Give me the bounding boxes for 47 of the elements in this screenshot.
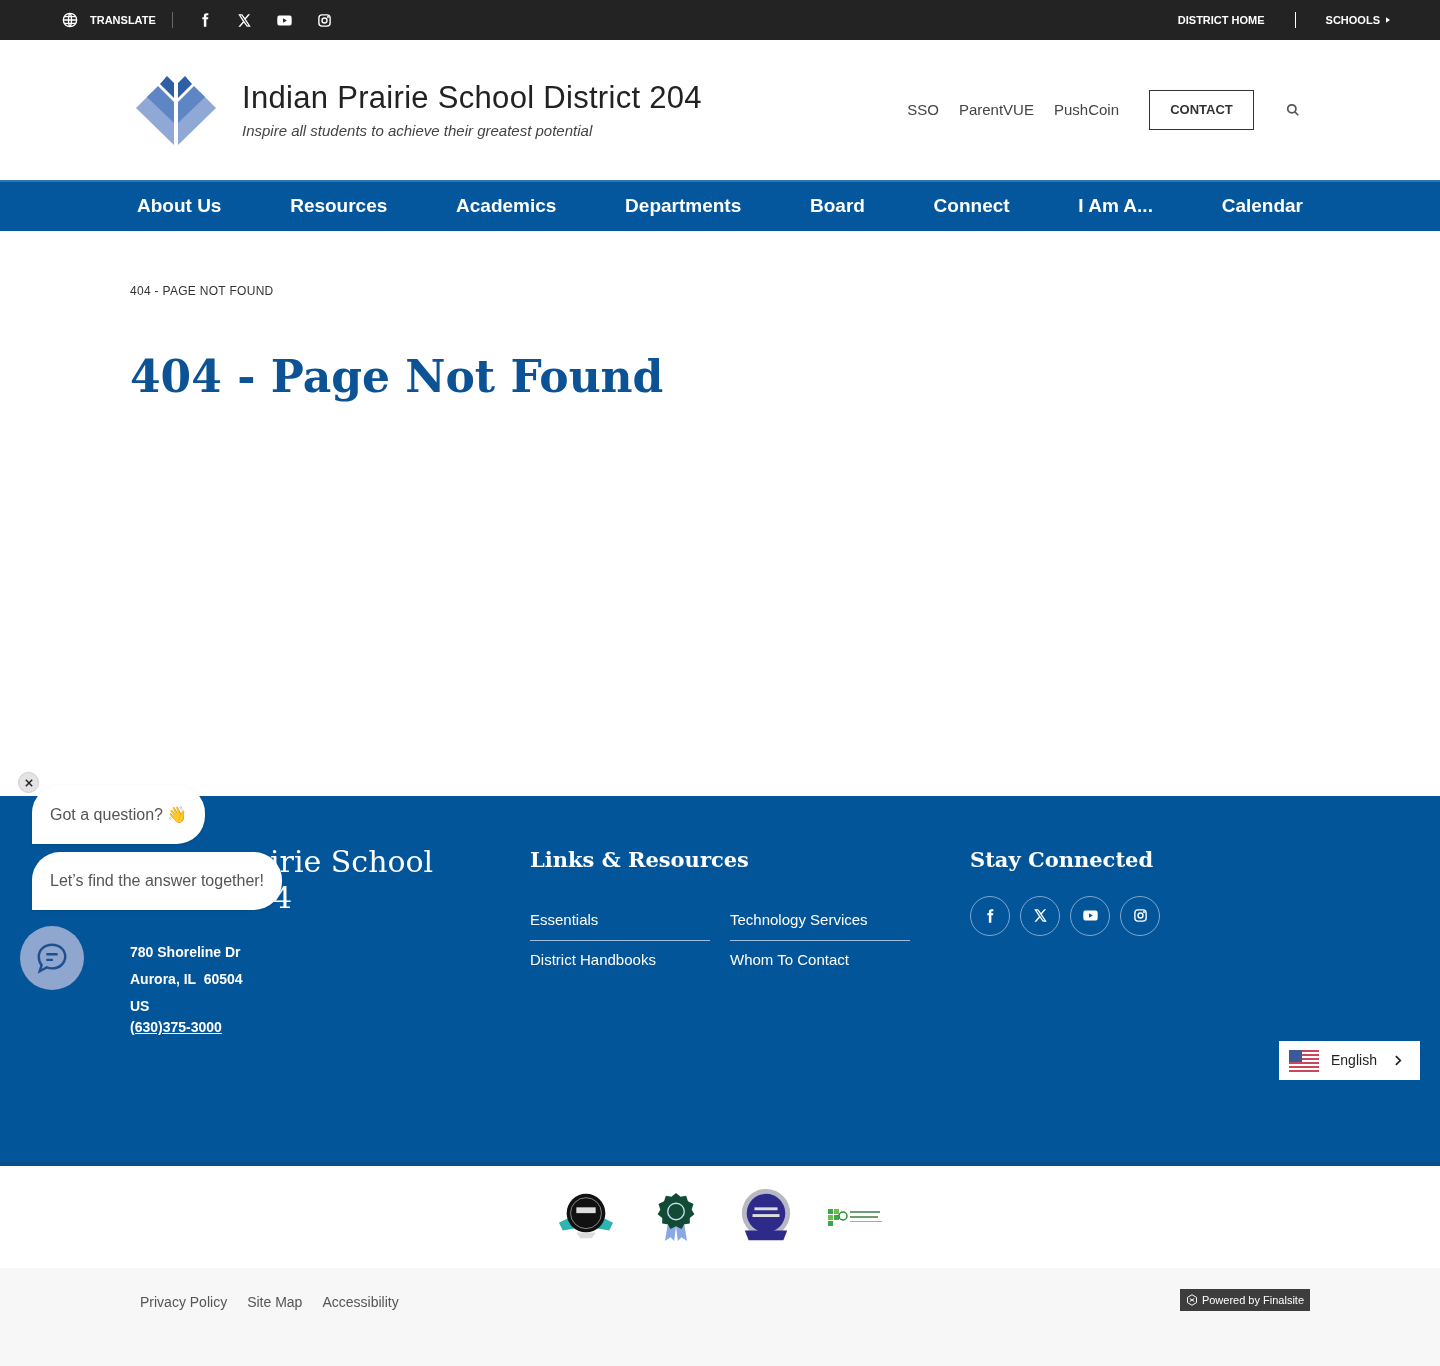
globe-icon xyxy=(62,12,78,28)
site-title: Indian Prairie School District 204 xyxy=(242,78,702,117)
footer-link[interactable]: District Handbooks xyxy=(530,940,710,980)
nav-item[interactable]: Departments xyxy=(625,192,742,221)
nav-item[interactable]: Resources xyxy=(290,192,388,221)
breadcrumb: 404 - PAGE NOT FOUND xyxy=(130,283,275,300)
top-link[interactable]: SCHOOLS xyxy=(1325,11,1390,29)
address-line: Aurora, IL 60504 xyxy=(130,970,243,989)
chat-icon xyxy=(35,941,69,975)
finalsite-logo-icon xyxy=(1185,1294,1198,1306)
header-link[interactable]: SSO xyxy=(907,98,939,122)
chevron-icon xyxy=(1394,1055,1402,1066)
nav-item[interactable]: Calendar xyxy=(1221,192,1303,221)
address-line: US xyxy=(130,997,150,1016)
certificate-badge-icon xyxy=(828,1207,884,1227)
phone-link[interactable]: (630)375-3000 xyxy=(130,1017,222,1038)
links-heading: Links & Resources xyxy=(530,846,749,874)
footer-link[interactable]: Technology Services xyxy=(730,901,910,941)
chat-bubble: Got a question? 👋 xyxy=(32,785,206,844)
translate-button[interactable]: TRANSLATE xyxy=(62,12,173,28)
header-link[interactable]: ParentVUE xyxy=(958,98,1034,122)
site-tagline: Inspire all students to achieve their greatest potential xyxy=(242,120,594,141)
powered-by-badge[interactable]: Powered by Finalsite xyxy=(1179,1289,1310,1311)
close-button[interactable] xyxy=(18,772,39,793)
nav-item[interactable]: About Us xyxy=(137,192,222,221)
nav-item[interactable]: Academics xyxy=(456,192,557,221)
page-title: 404 - Page Not Found xyxy=(130,350,665,404)
logo-icon xyxy=(136,75,216,145)
bottom-link[interactable]: Site Map xyxy=(247,1292,303,1313)
caret-icon xyxy=(1386,17,1390,23)
close-icon xyxy=(24,778,33,787)
bottom-link[interactable]: Accessibility xyxy=(322,1292,399,1313)
bottom-link[interactable]: Privacy Policy xyxy=(140,1292,228,1313)
top-link[interactable]: DISTRICT HOME xyxy=(1177,11,1265,29)
header-link[interactable]: PushCoin xyxy=(1053,98,1119,122)
language-selector[interactable]: English xyxy=(1279,1041,1420,1080)
contact-button[interactable]: CONTACT xyxy=(1149,90,1254,130)
address-line: 780 Shoreline Dr xyxy=(130,943,241,962)
nav-item[interactable]: I Am A... xyxy=(1078,192,1153,221)
connect-heading: Stay Connected xyxy=(970,846,1154,874)
footer-link[interactable]: Whom To Contact xyxy=(730,940,910,980)
flag-icon xyxy=(1289,1049,1319,1072)
nav-item[interactable]: Connect xyxy=(933,192,1010,221)
search-icon[interactable] xyxy=(1286,103,1300,117)
footer-title-fragment: 4 xyxy=(273,880,293,916)
nav-item[interactable]: Board xyxy=(810,192,865,221)
footer-link[interactable]: Essentials xyxy=(530,901,710,941)
